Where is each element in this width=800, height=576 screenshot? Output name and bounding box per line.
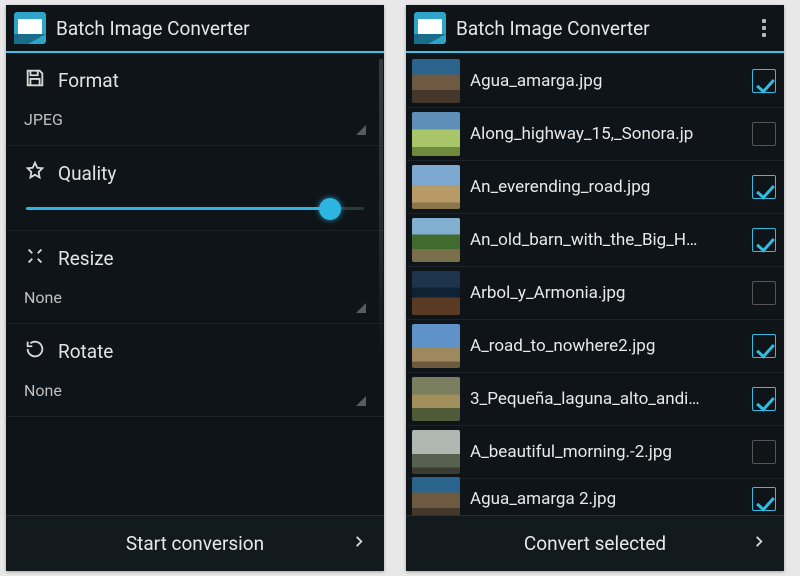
setting-resize-header: Resize xyxy=(24,245,366,272)
file-thumbnail xyxy=(412,324,460,368)
file-thumbnail xyxy=(412,165,460,209)
rotate-icon xyxy=(24,338,46,365)
setting-quality: Quality xyxy=(6,146,384,231)
file-row[interactable]: A_road_to_nowhere2.jpg xyxy=(406,320,784,373)
file-name-label: An_old_barn_with_the_Big_H… xyxy=(470,230,742,250)
setting-rotate-header: Rotate xyxy=(24,338,366,365)
save-icon xyxy=(24,67,46,94)
file-name-label: Agua_amarga 2.jpg xyxy=(470,489,742,509)
file-checkbox[interactable] xyxy=(752,334,776,358)
setting-format: Format JPEG xyxy=(6,53,384,146)
file-checkbox[interactable] xyxy=(752,487,776,511)
star-icon xyxy=(24,160,46,187)
settings-screen: Batch Image Converter Format JPEG Qu xyxy=(6,5,384,571)
app-icon xyxy=(14,12,46,44)
file-row[interactable]: An_everending_road.jpg xyxy=(406,161,784,214)
spinner-indicator-icon xyxy=(356,303,366,313)
file-row[interactable]: An_old_barn_with_the_Big_H… xyxy=(406,214,784,267)
file-checkbox[interactable] xyxy=(752,387,776,411)
file-row[interactable]: Along_highway_15,_Sonora.jp xyxy=(406,108,784,161)
setting-resize: Resize None xyxy=(6,231,384,324)
format-value: JPEG xyxy=(24,110,63,129)
spinner-indicator-icon xyxy=(356,125,366,135)
action-bar: Batch Image Converter xyxy=(406,5,784,53)
rotate-spinner[interactable]: None xyxy=(24,377,366,406)
setting-resize-label: Resize xyxy=(58,247,114,270)
file-thumbnail xyxy=(412,477,460,515)
file-checkbox[interactable] xyxy=(752,69,776,93)
file-list-content: Agua_amarga.jpg Along_highway_15,_Sonora.… xyxy=(406,53,784,515)
file-thumbnail xyxy=(412,59,460,103)
setting-rotate-label: Rotate xyxy=(58,340,113,363)
start-conversion-label: Start conversion xyxy=(126,532,264,555)
resize-icon xyxy=(24,245,46,272)
format-spinner[interactable]: JPEG xyxy=(24,106,366,135)
file-name-label: A_road_to_nowhere2.jpg xyxy=(470,336,742,356)
file-checkbox[interactable] xyxy=(752,228,776,252)
setting-rotate: Rotate None xyxy=(6,324,384,417)
file-name-label: Arbol_y_Armonia.jpg xyxy=(470,283,742,303)
file-name-label: 3_Pequeña_laguna_alto_andi… xyxy=(470,389,742,409)
file-thumbnail xyxy=(412,112,460,156)
setting-format-label: Format xyxy=(58,69,119,92)
file-row[interactable]: 3_Pequeña_laguna_alto_andi… xyxy=(406,373,784,426)
convert-selected-label: Convert selected xyxy=(524,532,666,555)
file-thumbnail xyxy=(412,271,460,315)
app-title: Batch Image Converter xyxy=(56,17,374,40)
file-checkbox[interactable] xyxy=(752,440,776,464)
file-thumbnail xyxy=(412,377,460,421)
chevron-right-icon xyxy=(752,530,766,557)
file-name-label: Along_highway_15,_Sonora.jp xyxy=(470,124,742,144)
action-bar: Batch Image Converter xyxy=(6,5,384,53)
file-thumbnail xyxy=(412,218,460,262)
app-icon xyxy=(414,12,446,44)
file-name-label: Agua_amarga.jpg xyxy=(470,71,742,91)
spinner-indicator-icon xyxy=(356,396,366,406)
overflow-menu-icon[interactable] xyxy=(754,12,774,44)
chevron-right-icon xyxy=(352,530,366,557)
scrollbar[interactable] xyxy=(379,59,383,359)
setting-format-header: Format xyxy=(24,67,366,94)
settings-content: Format JPEG Quality xyxy=(6,53,384,515)
file-thumbnail xyxy=(412,430,460,474)
convert-selected-button[interactable]: Convert selected xyxy=(406,515,784,571)
file-row[interactable]: A_beautiful_morning.-2.jpg xyxy=(406,426,784,479)
file-checkbox[interactable] xyxy=(752,281,776,305)
file-name-label: An_everending_road.jpg xyxy=(470,177,742,197)
file-name-label: A_beautiful_morning.-2.jpg xyxy=(470,442,742,462)
file-row[interactable]: Agua_amarga.jpg xyxy=(406,55,784,108)
file-row[interactable]: Arbol_y_Armonia.jpg xyxy=(406,267,784,320)
resize-spinner[interactable]: None xyxy=(24,284,366,313)
app-title: Batch Image Converter xyxy=(456,17,754,40)
rotate-value: None xyxy=(24,381,62,400)
file-checkbox[interactable] xyxy=(752,175,776,199)
file-row[interactable]: Agua_amarga 2.jpg xyxy=(406,479,784,515)
resize-value: None xyxy=(24,288,62,307)
setting-quality-header: Quality xyxy=(24,160,366,187)
file-list-screen: Batch Image Converter Agua_amarga.jpg Alo… xyxy=(406,5,784,571)
start-conversion-button[interactable]: Start conversion xyxy=(6,515,384,571)
file-checkbox[interactable] xyxy=(752,122,776,146)
quality-slider[interactable] xyxy=(24,199,366,220)
setting-quality-label: Quality xyxy=(58,162,116,185)
